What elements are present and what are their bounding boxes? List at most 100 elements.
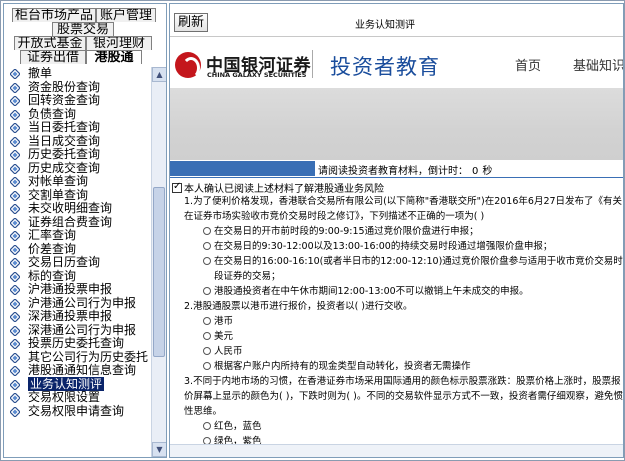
answer-option[interactable]: 人民币 [184, 344, 623, 359]
tree-item-label: 资金股份查询 [28, 79, 101, 94]
tab-otc-products[interactable]: 柜台市场产品 [12, 8, 96, 22]
tree-item-label: 交易权限设置 [28, 390, 101, 404]
diamond-node-icon [10, 177, 20, 187]
diamond-node-icon [10, 190, 20, 201]
answer-option[interactable]: 港股通投资者在中午休市期间12:00-13:00不可以撤销上午未成交的申报。 [184, 284, 623, 299]
tree-item[interactable]: 当日委托查询 [4, 120, 150, 135]
content-scrollbar[interactable] [170, 444, 623, 457]
tree-item[interactable]: 深港通公司行为申报 [4, 322, 150, 338]
tree-item[interactable]: 负债查询 [4, 107, 150, 122]
radio-button[interactable] [203, 227, 211, 235]
left-panel: 柜台市场产品 账户管理 股票交易 开放式基金 银河理财 证券出借 港股通 撤单资… [3, 3, 167, 458]
answer-option[interactable]: 在交易日的16:00-16:10(或者半日市的12:00-12:10)通过竞价限… [184, 254, 623, 284]
tree-item[interactable]: 价差查询 [4, 241, 150, 257]
diamond-node-icon [10, 406, 20, 417]
tree-item[interactable]: 交易权限申请查询 [4, 403, 150, 419]
tree-item[interactable]: 撤单 [4, 67, 150, 81]
tree-item[interactable]: 资金股份查询 [4, 79, 150, 95]
tree-item[interactable]: 汇率查询 [4, 228, 150, 243]
confirm-row: 本人确认已阅读上述材料了解港股通业务风险 [172, 180, 384, 195]
tree-item[interactable]: 深港通投票申报 [4, 309, 150, 324]
tab-hk-connect[interactable]: 港股通 [86, 50, 142, 64]
tree-item[interactable]: 交易日历查询 [4, 255, 150, 270]
tree-item[interactable]: 回转资金查询 [4, 93, 150, 108]
tree-item[interactable]: 对帐单查询 [4, 174, 150, 189]
tree-item-label: 深港通投票申报 [28, 309, 113, 323]
diamond-node-icon [10, 82, 20, 93]
tree-item[interactable]: 当日成交查询 [4, 133, 150, 149]
answer-option[interactable]: 在交易日的9:30-12:00以及13:00-16:00的持续交易时段通过增强限… [184, 239, 623, 254]
tree-item-label: 撤单 [28, 67, 53, 80]
tree-item[interactable]: 沪港通投票申报 [4, 282, 150, 297]
tab-galaxy-wealth[interactable]: 银河理财 [86, 36, 152, 50]
scroll-thumb[interactable] [153, 187, 165, 357]
brand-divider [312, 50, 313, 78]
tree-item[interactable]: 业务认知测评 [4, 376, 150, 392]
tree-item[interactable]: 交易权限设置 [4, 390, 150, 405]
tab-account-management[interactable]: 账户管理 [96, 8, 156, 22]
answer-option[interactable]: 港币 [184, 314, 623, 329]
tree-item-label: 当日成交查询 [28, 133, 101, 148]
right-panel: 刷新 业务认知测评 中国银河证券 CHINA GALAXY SECURITIES… [169, 3, 624, 458]
tree-item[interactable]: 历史委托查询 [4, 147, 150, 162]
radio-button[interactable] [203, 362, 211, 370]
confirm-checkbox[interactable] [172, 181, 182, 193]
answer-option[interactable]: 在交易日的开市前时段的9:00-9:15通过竞价限价盘进行申报； [184, 224, 623, 239]
radio-button[interactable] [203, 317, 211, 325]
tree-item-label: 交易权限申请查询 [28, 403, 125, 418]
tree-item-label: 沪港通投票申报 [28, 282, 113, 296]
answer-option[interactable]: 根据客户账户内所持有的现金类型自动转化，投资者无需操作 [184, 359, 623, 374]
tree-item[interactable]: 历史成交查询 [4, 161, 150, 176]
tree-item-label: 价差查询 [28, 241, 77, 256]
tree-item[interactable]: 港股通通知信息查询 [4, 363, 150, 378]
scroll-up-icon[interactable]: ▲ [152, 67, 166, 82]
tree-item-label: 标的查询 [28, 268, 77, 283]
diamond-node-icon [10, 339, 20, 349]
tab-stock-trading[interactable]: 股票交易 [52, 22, 114, 36]
refresh-button[interactable]: 刷新 [174, 13, 208, 32]
diamond-node-icon [10, 325, 20, 336]
answer-option-label: 港股通投资者在中午休市期间12:00-13:00不可以撤销上午未成交的申报。 [214, 286, 529, 297]
diamond-node-icon [10, 150, 20, 160]
answer-option-label: 人民币 [214, 346, 243, 357]
answer-option-label: 在交易日的16:00-16:10(或者半日市的12:00-12:10)通过竞价限… [214, 256, 623, 282]
radio-button[interactable] [203, 242, 211, 250]
answer-option-label: 在交易日的开市前时段的9:00-9:15通过竞价限价盘进行申报； [214, 226, 479, 237]
app-window: 柜台市场产品 账户管理 股票交易 开放式基金 银河理财 证券出借 港股通 撤单资… [0, 0, 625, 461]
diamond-node-icon [10, 204, 20, 214]
answer-option[interactable]: 红色，蓝色 [184, 419, 623, 434]
tab-open-funds[interactable]: 开放式基金 [14, 36, 86, 50]
tree-item-label: 当日委托查询 [28, 120, 101, 134]
tree-item[interactable]: 沪港通公司行为申报 [4, 296, 150, 311]
tree-item-label: 交割单查询 [28, 187, 89, 202]
radio-button[interactable] [203, 422, 211, 430]
tree-item[interactable]: 未交收明细查询 [4, 201, 150, 216]
reading-progress-bar [170, 161, 315, 176]
tree-item[interactable]: 证券组合费查询 [4, 214, 150, 230]
nav-basic-knowledge-link[interactable]: 基础知识 [573, 55, 623, 74]
radio-button[interactable] [203, 287, 211, 295]
radio-button[interactable] [203, 257, 211, 265]
tree-item[interactable]: 投票历史委托查询 [4, 336, 150, 351]
tree-item-label: 交易日历查询 [28, 255, 101, 269]
tree-item-label: 对帐单查询 [28, 174, 89, 188]
tree-scrollbar[interactable]: ▲ ▼ [151, 67, 166, 457]
radio-button[interactable] [203, 332, 211, 340]
tree-item[interactable]: 标的查询 [4, 268, 150, 284]
scroll-down-icon[interactable]: ▼ [152, 442, 166, 457]
answer-option-label: 在交易日的9:30-12:00以及13:00-16:00的持续交易时段通过增强限… [214, 241, 553, 252]
question-text: 3.不同于内地市场的习惯，在香港证券市场采用国际通用的颜色标示股票涨跌：股票价格… [184, 376, 623, 417]
tree-item[interactable]: 交割单查询 [4, 187, 150, 203]
answer-option[interactable]: 美元 [184, 329, 623, 344]
tree-item[interactable]: 其它公司行为历史委托 [4, 350, 150, 365]
radio-button[interactable] [203, 347, 211, 355]
brand-header: 中国银河证券 CHINA GALAXY SECURITIES 投资者教育 首页 … [170, 38, 623, 88]
tab-securities-lending[interactable]: 证券出借 [20, 50, 86, 64]
tree-item-label: 深港通公司行为申报 [28, 322, 137, 337]
diamond-node-icon [10, 258, 20, 268]
tree-item-label: 证券组合费查询 [28, 214, 113, 229]
diamond-node-icon [10, 285, 20, 295]
nav-home-link[interactable]: 首页 [515, 55, 541, 74]
answer-option-label: 根据客户账户内所持有的现金类型自动转化，投资者无需操作 [214, 361, 471, 372]
diamond-node-icon [10, 136, 20, 147]
